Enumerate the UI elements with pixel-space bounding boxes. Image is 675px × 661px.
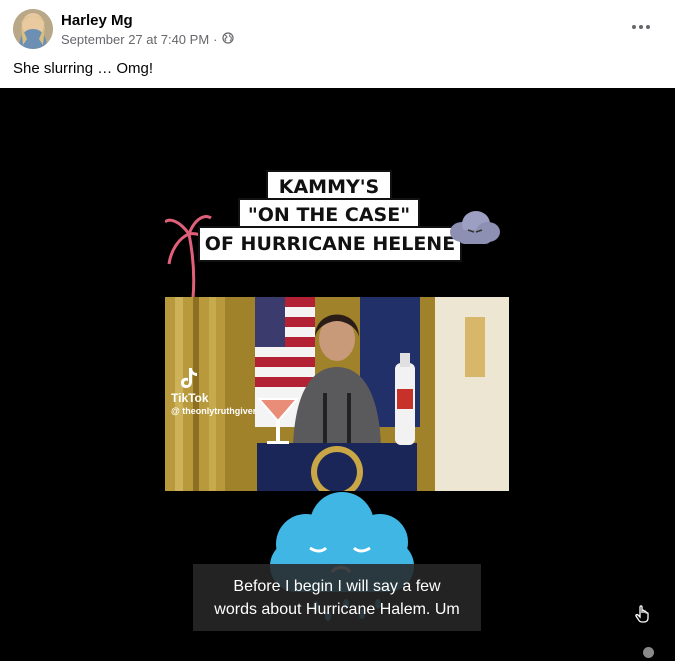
subtitle-line1: Before I begin I will say a few: [233, 578, 441, 595]
post-caption: She slurring … Omg!: [13, 60, 154, 77]
more-options-button[interactable]: [629, 16, 653, 38]
dot-icon: [639, 25, 643, 29]
meta-separator: ·: [213, 32, 218, 47]
dot-icon: [646, 25, 650, 29]
storm-cloud-icon: [450, 211, 500, 244]
video-subtitle: Before I begin I will say a few words ab…: [193, 564, 481, 631]
globe-icon[interactable]: [221, 32, 234, 47]
post-header: Harley Mg September 27 at 7:40 PM · She …: [0, 0, 675, 88]
post-timestamp[interactable]: September 27 at 7:40 PM: [61, 32, 209, 47]
video-title-line3: OF HURRICANE HELENE: [198, 226, 462, 262]
post-meta: September 27 at 7:40 PM ·: [61, 32, 234, 47]
subtitle-line2: words about Hurricane Halem. Um: [214, 601, 460, 618]
tiktok-logo-icon: [181, 368, 197, 388]
video-player[interactable]: KAMMY'S "ON THE CASE" OF HURRICANE HELEN…: [0, 88, 675, 661]
progress-indicator[interactable]: [643, 647, 654, 658]
author-name[interactable]: Harley Mg: [61, 12, 133, 29]
pointer-hand-icon[interactable]: [633, 604, 653, 624]
dot-icon: [632, 25, 636, 29]
video-frame: TikTok @ theonlytruthgiver: [165, 297, 509, 491]
tiktok-watermark: TikTok @ theonlytruthgiver: [171, 367, 256, 416]
tiktok-handle: @ theonlytruthgiver: [171, 406, 257, 416]
tiktok-brand: TikTok: [171, 391, 209, 405]
avatar[interactable]: [13, 9, 53, 49]
